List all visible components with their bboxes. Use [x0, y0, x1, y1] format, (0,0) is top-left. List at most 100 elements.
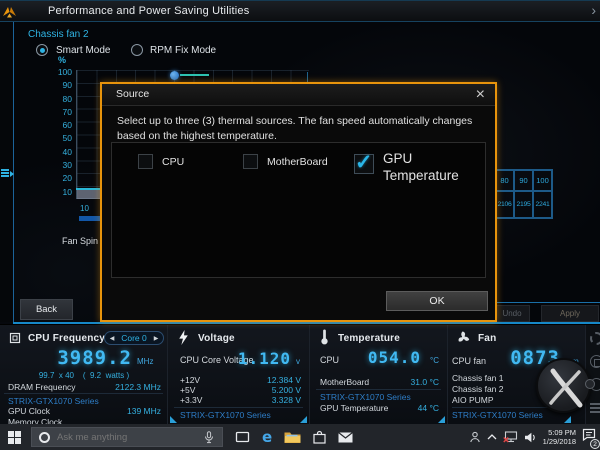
- tuf-logo-icon: [2, 5, 17, 20]
- fan-speed-table: 80 90 100 2106 2195 2241: [494, 169, 553, 219]
- ok-button[interactable]: OK: [386, 291, 488, 311]
- close-icon[interactable]: ×: [476, 84, 485, 106]
- motherboard-checkbox[interactable]: [243, 154, 258, 169]
- file-explorer-icon[interactable]: [284, 431, 301, 444]
- voltage-title: Voltage: [198, 333, 235, 344]
- fan-xpert-x-icon: [538, 360, 593, 415]
- section-divider: [174, 407, 303, 408]
- fan-settings-panel: Chassis fan 2 Smart Mode RPM Fix Mode % …: [0, 22, 600, 324]
- rail-3v-label: +3.3V: [180, 395, 202, 405]
- gpu-series-label: STRIX-GTX1070 Series: [320, 392, 411, 402]
- task-view-icon[interactable]: [235, 431, 250, 443]
- rail-5v-label: +5V: [180, 385, 195, 395]
- chassis-fan2-label: Chassis fan 2: [452, 384, 504, 394]
- dram-frequency-label: DRAM Frequency: [8, 382, 76, 392]
- cpu-core-voltage-value: 1.120: [238, 349, 291, 368]
- cpu-checkbox-label: CPU: [162, 156, 184, 168]
- fan-curve-handle[interactable]: [170, 71, 179, 80]
- core-selector-value: Core 0: [119, 333, 149, 343]
- dram-frequency-value: 2122.3 MHz: [115, 382, 161, 392]
- back-button[interactable]: Back: [20, 299, 73, 320]
- chassis-fan-label: Chassis fan 2: [28, 29, 89, 40]
- start-button-icon[interactable]: [8, 431, 21, 444]
- percent-axis-label: %: [58, 55, 66, 65]
- sidebar-expand-icon[interactable]: [1, 168, 13, 180]
- voltage-unit: v: [296, 357, 300, 366]
- cpu-frequency-value: 3989.2: [20, 347, 132, 369]
- tray-chevron-icon[interactable]: [487, 434, 497, 440]
- taskbar-clock[interactable]: 5:09 PM 1/29/2018: [543, 428, 576, 447]
- smart-mode-radio[interactable]: [36, 44, 48, 56]
- microphone-icon[interactable]: [204, 431, 214, 444]
- rpm-fix-mode-label: RPM Fix Mode: [150, 45, 216, 56]
- speed-cell: 90: [514, 170, 533, 191]
- corner-mark: [564, 416, 571, 423]
- y-axis-ticks: 10090 8070 6050 4030 2010: [44, 66, 72, 199]
- corner-mark: [300, 416, 307, 423]
- gpu-clock-label: GPU Clock: [8, 406, 50, 416]
- gpu-clock-value: 139 MHz: [127, 406, 161, 416]
- system-tray: 5:09 PM 1/29/2018 2: [469, 428, 600, 447]
- check-icon: ✓: [355, 150, 373, 175]
- section-divider: [4, 393, 163, 394]
- gpu-series-label: STRIX-GTX1070 Series: [180, 410, 271, 420]
- mail-icon[interactable]: [338, 432, 353, 443]
- cpu-frequency-detail: 99.7 x 40 ( 9.2 watts ): [0, 371, 168, 380]
- core-selector[interactable]: ◀ Core 0 ▶: [104, 331, 164, 345]
- fan-xpert-button[interactable]: [536, 358, 591, 413]
- source-dialog: Source × Select up to three (3) thermal …: [100, 82, 497, 322]
- rail-12v-value: 12.384 V: [267, 375, 301, 385]
- gpu-series-label: STRIX-GTX1070 Series: [452, 410, 543, 420]
- cpu-frequency-unit: MHz: [137, 357, 153, 366]
- store-icon[interactable]: [313, 430, 326, 444]
- speed-cell: 100: [533, 170, 552, 191]
- cpu-temp-unit: °C: [430, 356, 439, 365]
- fan-xpert-knob[interactable]: [585, 379, 595, 389]
- motherboard-temp-label: MotherBoard: [320, 377, 369, 387]
- core-prev-icon[interactable]: ◀: [105, 335, 119, 342]
- rail-5v-value: 5.200 V: [272, 385, 301, 395]
- cpu-frequency-section: CPU Frequency ◀ Core 0 ▶ 3989.2 MHz 99.7…: [0, 325, 168, 424]
- apply-button[interactable]: Apply: [541, 305, 599, 322]
- rail-3v-value: 3.328 V: [272, 395, 301, 405]
- x-axis-tick: 10: [80, 204, 89, 213]
- action-center[interactable]: 2: [582, 428, 596, 446]
- speed-cell: 80: [495, 170, 514, 191]
- voltage-bolt-icon: [178, 330, 189, 345]
- dialog-header: Source ×: [102, 84, 495, 106]
- app-titlebar: Performance and Power Saving Utilities ›: [0, 0, 600, 22]
- dialog-title: Source: [116, 88, 149, 100]
- temperature-section: Temperature CPU 054.0 °C MotherBoard 31.…: [310, 325, 448, 424]
- taskbar-search[interactable]: [31, 427, 223, 447]
- gear-icon[interactable]: [590, 332, 600, 345]
- voltage-section: Voltage CPU Core Voltage 1.120 v +12V 12…: [168, 325, 310, 424]
- expand-arrow-icon[interactable]: ›: [591, 2, 596, 18]
- edge-browser-icon[interactable]: e: [262, 430, 272, 445]
- fan-icon: [456, 330, 471, 345]
- core-next-icon[interactable]: ▶: [149, 335, 163, 342]
- corner-mark: [170, 416, 177, 423]
- windows-taskbar: e 5:09 PM 1/29/2018: [0, 424, 600, 450]
- cpu-temp-value: 054.0: [368, 348, 421, 367]
- rail-12v-label: +12V: [180, 375, 200, 385]
- rpm-fix-mode-radio[interactable]: [131, 44, 143, 56]
- fan-section: Fan CPU fan 0873 rpm Chassis fan 1 Chass…: [448, 325, 585, 424]
- temperature-title: Temperature: [338, 333, 400, 344]
- motherboard-checkbox-label: MotherBoard: [267, 156, 328, 168]
- clock-date: 1/29/2018: [543, 437, 576, 446]
- cortana-icon: [39, 432, 50, 443]
- cpu-frequency-title: CPU Frequency: [28, 333, 105, 344]
- speaker-icon[interactable]: [524, 432, 537, 443]
- people-icon[interactable]: [469, 431, 481, 443]
- rpm-cell: 2195: [514, 191, 533, 218]
- cpu-checkbox[interactable]: [138, 154, 153, 169]
- undo-button[interactable]: Undo: [494, 305, 530, 322]
- gpu-temperature-checkbox[interactable]: ✓: [354, 154, 374, 174]
- search-input[interactable]: [57, 432, 187, 443]
- chassis-fan1-label: Chassis fan 1: [452, 373, 504, 383]
- clock-time: 5:09 PM: [543, 428, 576, 437]
- hardware-monitor-panel: CPU Frequency ◀ Core 0 ▶ 3989.2 MHz 99.7…: [0, 324, 600, 424]
- fan-curve-segment: [180, 74, 209, 76]
- memory-clock-label: Memory Clock: [8, 417, 62, 424]
- network-icon[interactable]: [503, 431, 518, 443]
